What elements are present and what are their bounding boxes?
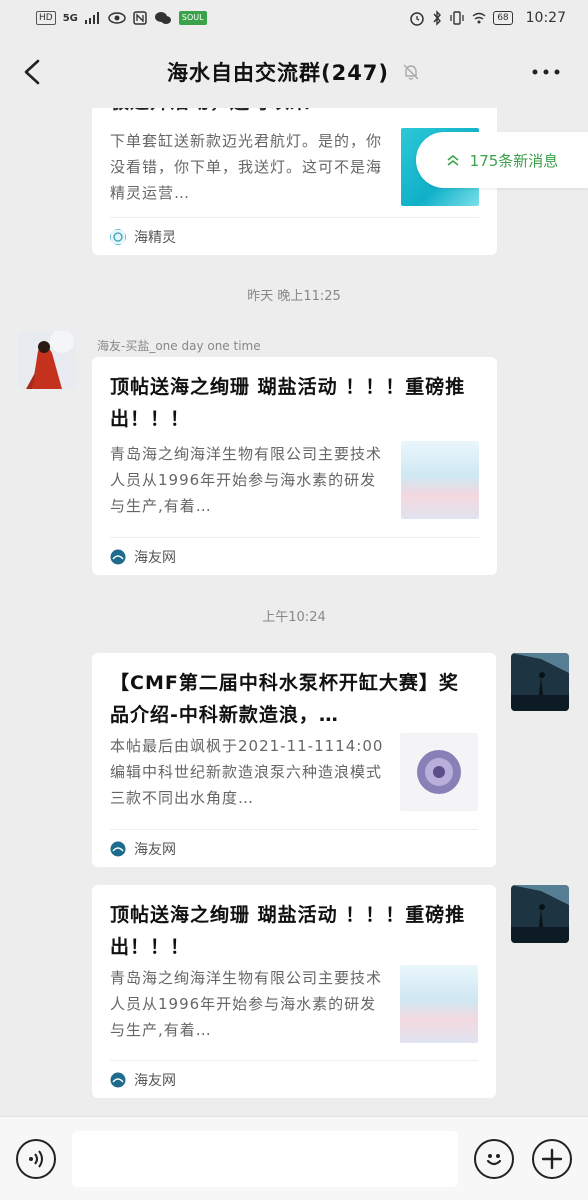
avatar[interactable]: [18, 331, 76, 389]
card-thumbnail: [400, 965, 478, 1043]
wifi-off-icon: [472, 12, 486, 24]
more-button[interactable]: [528, 54, 564, 90]
source-name: 海友网: [134, 1072, 176, 1089]
emoji-button[interactable]: [474, 1139, 514, 1179]
source-name: 海友网: [134, 841, 176, 858]
card-title: 顶帖送海之绚珊 瑚盐活动 ！！！重磅推出！！！: [110, 376, 466, 430]
card-source: 海友网: [110, 829, 478, 867]
vibrate-icon: [450, 11, 464, 25]
card-desc: 下单套缸送新款迈光君航灯。是的，你没看错，你下单，我送灯。这可不是海精灵运营…: [110, 132, 383, 202]
card-title: 极速开活动，还可以来: [110, 108, 479, 124]
link-card[interactable]: 顶帖送海之绚珊 瑚盐活动 ！！！重磅推出！！！ 青岛海之绚海洋生物有限公司主要技…: [92, 885, 496, 1098]
avatar-image: [511, 653, 569, 711]
link-card[interactable]: 【CMF第二届中科水泵杯开缸大赛】奖品介绍-中科新款造浪，… 本帖最后由飒枫于2…: [92, 653, 496, 867]
haiyou-logo-icon: [110, 549, 126, 564]
self-avatar[interactable]: [511, 653, 569, 711]
wechat-icon: [154, 12, 171, 24]
card-thumbnail: [400, 733, 478, 811]
card-title: 顶帖送海之绚珊 瑚盐活动 ！！！重磅推出！！！: [110, 904, 466, 958]
sender-name: 海友-买盐_one day one time: [97, 339, 261, 353]
bell-off-icon: [403, 64, 419, 80]
status-bar: HD 5G SOUL 68 10:27: [0, 0, 588, 36]
signal-icon: [84, 12, 99, 24]
hai-jingling-icon: [110, 228, 126, 245]
card-desc: 本帖最后由飒枫于2021-11-1114:00编辑中科世纪新款造浪泵六种造浪模式…: [110, 737, 384, 807]
chat-title: 海水自由交流群(247): [166, 61, 390, 85]
self-avatar[interactable]: [511, 885, 569, 943]
link-card[interactable]: 顶帖送海之绚珊 瑚盐活动 ！！！重磅推出！！！ 青岛海之绚海洋生物有限公司主要技…: [92, 357, 497, 575]
timestamp: 昨天 晚上11:25: [247, 289, 341, 304]
message-input[interactable]: [72, 1131, 458, 1187]
voice-button[interactable]: [16, 1139, 56, 1179]
emoji-icon: [486, 1154, 502, 1166]
add-button[interactable]: [532, 1139, 572, 1179]
new-messages-button[interactable]: 175条新消息: [416, 132, 588, 188]
new-messages-label: 175条新消息: [469, 151, 559, 170]
card-source: 海友网: [110, 537, 479, 575]
eye-icon: [108, 12, 126, 24]
timestamp: 上午10:24: [262, 610, 326, 625]
more-icon: [532, 69, 560, 75]
card-desc: 青岛海之绚海洋生物有限公司主要技术人员从1996年开始参与海水素的研发与生产,有…: [110, 969, 383, 1039]
battery-indicator: 68: [493, 11, 513, 25]
avatar-image: [511, 885, 569, 943]
network-badge: 5G: [62, 12, 78, 24]
chevron-left-icon: [24, 59, 40, 85]
plus-circle-icon: [541, 1148, 563, 1170]
hd-badge: HD: [36, 11, 56, 25]
clock: 10:27: [525, 10, 566, 26]
card-desc: 青岛海之绚海洋生物有限公司主要技术人员从1996年开始参与海水素的研发与生产,有…: [110, 445, 383, 515]
chat-header: 海水自由交流群(247): [0, 36, 588, 108]
bluetooth-icon: [433, 10, 442, 26]
nfc-icon: [133, 11, 147, 25]
card-thumbnail: [401, 441, 479, 519]
card-source: 海友网: [110, 1060, 478, 1098]
haiyou-logo-icon: [110, 1072, 126, 1087]
alarm-icon: [410, 12, 424, 26]
avatar-image: [18, 331, 76, 389]
source-name: 海友网: [134, 549, 176, 566]
double-chevron-up-icon: [447, 154, 459, 166]
card-source: 海精灵: [110, 217, 479, 255]
source-name: 海精灵: [134, 229, 176, 246]
soul-badge: SOUL: [178, 11, 207, 25]
input-bar: [0, 1116, 588, 1200]
message-list[interactable]: 极速开活动，还可以来 下单套缸送新款迈光君航灯。是的，你没看错，你下单，我送灯。…: [0, 108, 588, 1116]
back-button[interactable]: [14, 54, 50, 90]
haiyou-logo-icon: [110, 841, 126, 856]
card-title: 【CMF第二届中科水泵杯开缸大赛】奖品介绍-中科新款造浪，…: [110, 672, 459, 726]
voice-icon: [29, 1150, 43, 1168]
